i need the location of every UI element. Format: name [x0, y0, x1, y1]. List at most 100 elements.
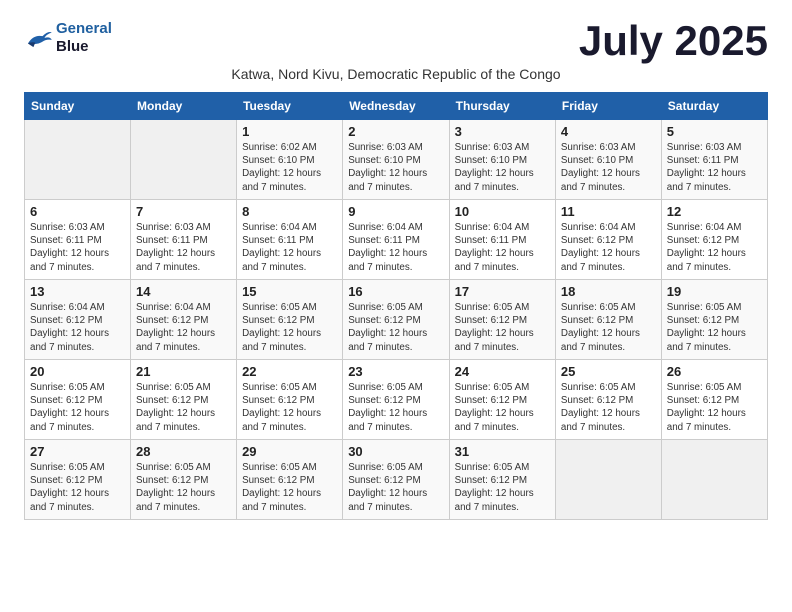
calendar-body: 1 Sunrise: 6:02 AM Sunset: 6:10 PM Daylig… [25, 120, 768, 520]
calendar-cell: 21 Sunrise: 6:05 AM Sunset: 6:12 PM Dayli… [131, 360, 237, 440]
day-number: 29 [242, 444, 337, 459]
day-header-sunday: Sunday [25, 93, 131, 120]
calendar-cell: 7Sunrise: 6:03 AM Sunset: 6:11 PM Daylig… [131, 200, 237, 280]
calendar-cell: 6 Sunrise: 6:03 AM Sunset: 6:11 PM Daylig… [25, 200, 131, 280]
calendar-cell: 12 Sunrise: 6:04 AM Sunset: 6:12 PM Dayli… [661, 200, 767, 280]
day-info: Sunrise: 6:05 AM Sunset: 6:12 PM Dayligh… [455, 461, 550, 514]
calendar-cell: 31 Sunrise: 6:05 AM Sunset: 6:12 PM Dayli… [449, 440, 555, 520]
day-number: 17 [455, 284, 550, 299]
calendar-cell: 18 Sunrise: 6:05 AM Sunset: 6:12 PM Dayli… [555, 280, 661, 360]
day-info: Sunrise: 6:05 AM Sunset: 6:12 PM Dayligh… [561, 301, 656, 354]
day-info: Sunrise: 6:04 AM Sunset: 6:12 PM Dayligh… [561, 221, 656, 274]
calendar-cell: 25 Sunrise: 6:05 AM Sunset: 6:12 PM Dayli… [555, 360, 661, 440]
day-number: 18 [561, 284, 656, 299]
day-number: 25 [561, 364, 656, 379]
day-info: Sunrise: 6:05 AM Sunset: 6:12 PM Dayligh… [667, 381, 762, 434]
day-number: 28 [136, 444, 231, 459]
day-number: 23 [348, 364, 443, 379]
day-info: Sunrise: 6:05 AM Sunset: 6:12 PM Dayligh… [455, 301, 550, 354]
day-info: Sunrise: 6:03 AM Sunset: 6:10 PM Dayligh… [348, 141, 443, 194]
calendar-cell: 26 Sunrise: 6:05 AM Sunset: 6:12 PM Dayli… [661, 360, 767, 440]
calendar-cell: 19 Sunrise: 6:05 AM Sunset: 6:12 PM Dayli… [661, 280, 767, 360]
day-number: 2 [348, 124, 443, 139]
day-header-monday: Monday [131, 93, 237, 120]
calendar-cell [661, 440, 767, 520]
day-info: Sunrise: 6:03 AM Sunset: 6:11 PM Dayligh… [667, 141, 762, 194]
day-number: 3 [455, 124, 550, 139]
day-info: Sunrise: 6:05 AM Sunset: 6:12 PM Dayligh… [136, 461, 231, 514]
day-info: Sunrise: 6:05 AM Sunset: 6:12 PM Dayligh… [348, 301, 443, 354]
calendar-cell: 8 Sunrise: 6:04 AM Sunset: 6:11 PM Daylig… [237, 200, 343, 280]
calendar-week-1: 1 Sunrise: 6:02 AM Sunset: 6:10 PM Daylig… [25, 120, 768, 200]
day-number: 26 [667, 364, 762, 379]
logo-icon [24, 27, 52, 49]
calendar-cell [555, 440, 661, 520]
calendar-cell: 2 Sunrise: 6:03 AM Sunset: 6:10 PM Daylig… [343, 120, 449, 200]
calendar-cell [131, 120, 237, 200]
day-info: Sunrise: 6:04 AM Sunset: 6:12 PM Dayligh… [667, 221, 762, 274]
page-header: General Blue July 2025 [24, 20, 768, 62]
calendar-cell: 13Sunrise: 6:04 AM Sunset: 6:12 PM Dayli… [25, 280, 131, 360]
day-info: Sunrise: 6:05 AM Sunset: 6:12 PM Dayligh… [242, 301, 337, 354]
day-number: 6 [30, 204, 125, 219]
day-number: 1 [242, 124, 337, 139]
day-info: Sunrise: 6:05 AM Sunset: 6:12 PM Dayligh… [348, 381, 443, 434]
day-number: 10 [455, 204, 550, 219]
logo-text: General Blue [56, 20, 112, 56]
day-header-tuesday: Tuesday [237, 93, 343, 120]
day-header-wednesday: Wednesday [343, 93, 449, 120]
day-number: 30 [348, 444, 443, 459]
calendar-cell: 3 Sunrise: 6:03 AM Sunset: 6:10 PM Daylig… [449, 120, 555, 200]
logo: General Blue [24, 20, 112, 56]
calendar-cell: 16 Sunrise: 6:05 AM Sunset: 6:12 PM Dayli… [343, 280, 449, 360]
calendar-cell: 17 Sunrise: 6:05 AM Sunset: 6:12 PM Dayli… [449, 280, 555, 360]
day-number: 31 [455, 444, 550, 459]
day-number: 14 [136, 284, 231, 299]
location-title: Katwa, Nord Kivu, Democratic Republic of… [24, 66, 768, 82]
day-number: 19 [667, 284, 762, 299]
day-number: 20 [30, 364, 125, 379]
calendar-cell: 29Sunrise: 6:05 AM Sunset: 6:12 PM Dayli… [237, 440, 343, 520]
day-number: 12 [667, 204, 762, 219]
day-info: Sunrise: 6:05 AM Sunset: 6:12 PM Dayligh… [667, 301, 762, 354]
calendar-cell: 4Sunrise: 6:03 AM Sunset: 6:10 PM Daylig… [555, 120, 661, 200]
day-number: 27 [30, 444, 125, 459]
day-info: Sunrise: 6:03 AM Sunset: 6:10 PM Dayligh… [455, 141, 550, 194]
calendar-cell: 1 Sunrise: 6:02 AM Sunset: 6:10 PM Daylig… [237, 120, 343, 200]
day-info: Sunrise: 6:02 AM Sunset: 6:10 PM Dayligh… [242, 141, 337, 194]
day-number: 9 [348, 204, 443, 219]
day-info: Sunrise: 6:05 AM Sunset: 6:12 PM Dayligh… [455, 381, 550, 434]
day-number: 21 [136, 364, 231, 379]
calendar-cell [25, 120, 131, 200]
day-number: 5 [667, 124, 762, 139]
calendar-week-3: 13Sunrise: 6:04 AM Sunset: 6:12 PM Dayli… [25, 280, 768, 360]
day-info: Sunrise: 6:05 AM Sunset: 6:12 PM Dayligh… [136, 381, 231, 434]
day-info: Sunrise: 6:04 AM Sunset: 6:12 PM Dayligh… [136, 301, 231, 354]
day-number: 22 [242, 364, 337, 379]
day-info: Sunrise: 6:04 AM Sunset: 6:11 PM Dayligh… [348, 221, 443, 274]
calendar-cell: 14 Sunrise: 6:04 AM Sunset: 6:12 PM Dayli… [131, 280, 237, 360]
logo-line1: General [56, 20, 112, 37]
day-number: 16 [348, 284, 443, 299]
day-info: Sunrise: 6:05 AM Sunset: 6:12 PM Dayligh… [30, 461, 125, 514]
day-number: 15 [242, 284, 337, 299]
day-info: Sunrise: 6:04 AM Sunset: 6:11 PM Dayligh… [242, 221, 337, 274]
calendar-cell: 20 Sunrise: 6:05 AM Sunset: 6:12 PM Dayli… [25, 360, 131, 440]
calendar-week-4: 20 Sunrise: 6:05 AM Sunset: 6:12 PM Dayli… [25, 360, 768, 440]
day-info: Sunrise: 6:05 AM Sunset: 6:12 PM Dayligh… [561, 381, 656, 434]
day-number: 7 [136, 204, 231, 219]
calendar-table: SundayMondayTuesdayWednesdayThursdayFrid… [24, 92, 768, 520]
day-info: Sunrise: 6:05 AM Sunset: 6:12 PM Dayligh… [30, 381, 125, 434]
calendar-cell: 9 Sunrise: 6:04 AM Sunset: 6:11 PM Daylig… [343, 200, 449, 280]
day-info: Sunrise: 6:03 AM Sunset: 6:11 PM Dayligh… [30, 221, 125, 274]
day-number: 8 [242, 204, 337, 219]
calendar-cell: 27 Sunrise: 6:05 AM Sunset: 6:12 PM Dayli… [25, 440, 131, 520]
calendar-cell: 30 Sunrise: 6:05 AM Sunset: 6:12 PM Dayli… [343, 440, 449, 520]
day-number: 11 [561, 204, 656, 219]
calendar-week-5: 27 Sunrise: 6:05 AM Sunset: 6:12 PM Dayli… [25, 440, 768, 520]
calendar-cell: 15 Sunrise: 6:05 AM Sunset: 6:12 PM Dayli… [237, 280, 343, 360]
calendar-cell: 23 Sunrise: 6:05 AM Sunset: 6:12 PM Dayli… [343, 360, 449, 440]
day-info: Sunrise: 6:05 AM Sunset: 6:12 PM Dayligh… [348, 461, 443, 514]
day-number: 24 [455, 364, 550, 379]
calendar-header-row: SundayMondayTuesdayWednesdayThursdayFrid… [25, 93, 768, 120]
